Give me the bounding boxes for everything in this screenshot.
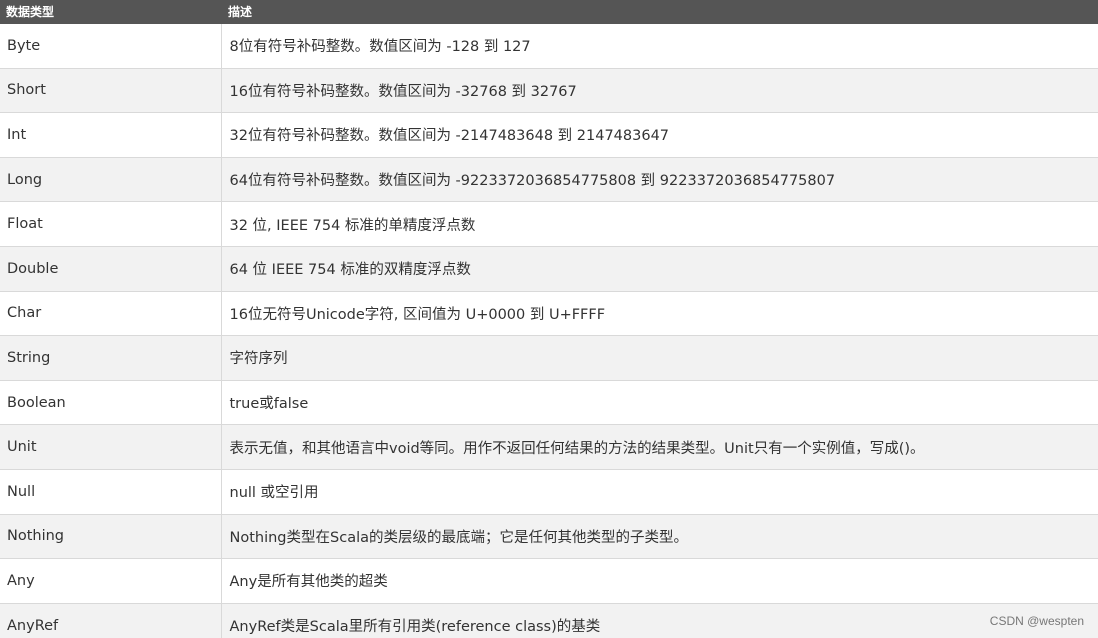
type-cell: Null: [0, 469, 222, 515]
page: 数据类型 描述 Byte 8位有符号补码整数。数值区间为 -128 到 127 …: [0, 0, 1098, 638]
description-cell: 16位有符号补码整数。数值区间为 -32768 到 32767: [221, 68, 1098, 114]
table-row: Any Any是所有其他类的超类: [0, 558, 1098, 604]
header-description: 描述: [221, 0, 1098, 24]
table-header: 数据类型 描述: [0, 0, 1098, 24]
description-cell: null 或空引用: [221, 469, 1098, 515]
type-cell: Any: [0, 558, 222, 604]
type-cell: Char: [0, 291, 222, 337]
description-cell: 32位有符号补码整数。数值区间为 -2147483648 到 214748364…: [221, 112, 1098, 158]
description-cell: 表示无值，和其他语言中void等同。用作不返回任何结果的方法的结果类型。Unit…: [221, 424, 1098, 470]
table-row: Char 16位无符号Unicode字符, 区间值为 U+0000 到 U+FF…: [0, 291, 1098, 337]
table-row: Short 16位有符号补码整数。数值区间为 -32768 到 32767: [0, 68, 1098, 114]
type-cell: Int: [0, 112, 222, 158]
header-type: 数据类型: [0, 0, 221, 24]
type-cell: Boolean: [0, 380, 222, 426]
description-cell: 8位有符号补码整数。数值区间为 -128 到 127: [221, 24, 1098, 69]
description-cell: 64 位 IEEE 754 标准的双精度浮点数: [221, 246, 1098, 292]
type-cell: Nothing: [0, 514, 222, 560]
table-row: Long 64位有符号补码整数。数值区间为 -92233720368547758…: [0, 157, 1098, 203]
table-row: Int 32位有符号补码整数。数值区间为 -2147483648 到 21474…: [0, 112, 1098, 158]
type-cell: AnyRef: [0, 603, 222, 638]
type-cell: Long: [0, 157, 222, 203]
table-row: AnyRef AnyRef类是Scala里所有引用类(reference cla…: [0, 603, 1098, 638]
table-row: Byte 8位有符号补码整数。数值区间为 -128 到 127: [0, 24, 1098, 69]
table-row: Nothing Nothing类型在Scala的类层级的最底端；它是任何其他类型…: [0, 514, 1098, 560]
type-cell: Double: [0, 246, 222, 292]
description-cell: true或false: [221, 380, 1098, 426]
table-body: Byte 8位有符号补码整数。数值区间为 -128 到 127 Short 16…: [0, 24, 1098, 638]
watermark: CSDN @wespten: [989, 614, 1084, 628]
table-row: Float 32 位, IEEE 754 标准的单精度浮点数: [0, 201, 1098, 247]
table-row: Double 64 位 IEEE 754 标准的双精度浮点数: [0, 246, 1098, 292]
table-row: String 字符序列: [0, 335, 1098, 381]
description-cell: 字符序列: [221, 335, 1098, 381]
table-row: Null null 或空引用: [0, 469, 1098, 515]
description-cell: 16位无符号Unicode字符, 区间值为 U+0000 到 U+FFFF: [221, 291, 1098, 337]
header-row: 数据类型 描述: [0, 0, 1098, 24]
type-cell: Short: [0, 68, 222, 114]
description-cell: 32 位, IEEE 754 标准的单精度浮点数: [221, 201, 1098, 247]
type-cell: Float: [0, 201, 222, 247]
type-cell: Unit: [0, 424, 222, 470]
description-cell: Nothing类型在Scala的类层级的最底端；它是任何其他类型的子类型。: [221, 514, 1098, 560]
table-row: Unit 表示无值，和其他语言中void等同。用作不返回任何结果的方法的结果类型…: [0, 424, 1098, 470]
table-row: Boolean true或false: [0, 380, 1098, 426]
description-cell: 64位有符号补码整数。数值区间为 -9223372036854775808 到 …: [221, 157, 1098, 203]
type-cell: Byte: [0, 24, 222, 69]
description-cell: Any是所有其他类的超类: [221, 558, 1098, 604]
type-cell: String: [0, 335, 222, 381]
description-cell: AnyRef类是Scala里所有引用类(reference class)的基类: [221, 603, 1098, 638]
data-types-table: 数据类型 描述 Byte 8位有符号补码整数。数值区间为 -128 到 127 …: [0, 0, 1098, 638]
